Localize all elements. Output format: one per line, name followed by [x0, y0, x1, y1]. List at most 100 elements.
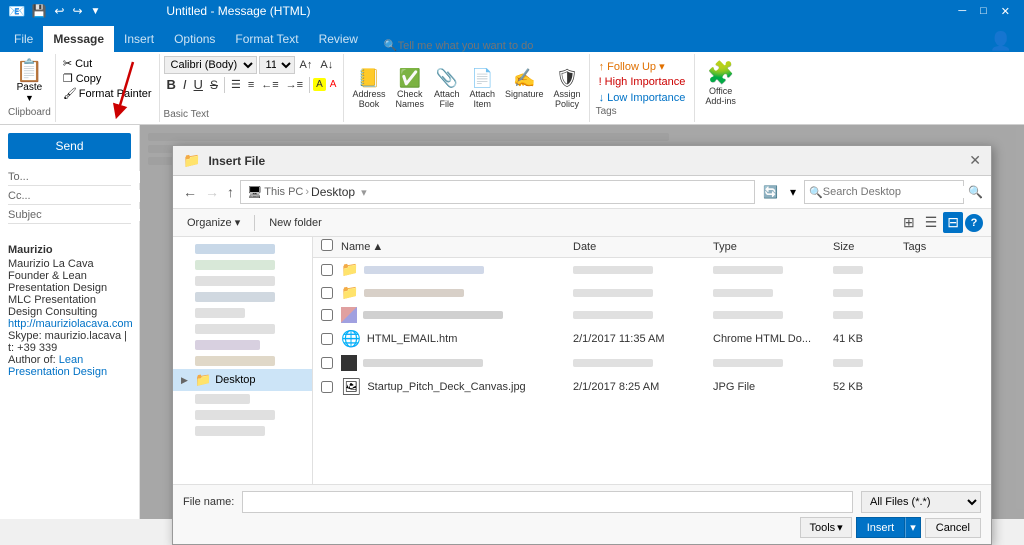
back-button[interactable]: ← [181, 182, 199, 202]
view-details-button[interactable]: ⊟ [943, 212, 963, 233]
tools-button[interactable]: Tools ▾ [800, 517, 851, 538]
maximize-button[interactable]: □ [974, 0, 993, 22]
file-row-blurred[interactable]: 📁 [313, 258, 991, 281]
bullets-button[interactable]: ☰ [228, 77, 244, 92]
tell-me-input[interactable] [398, 40, 578, 52]
signature-button[interactable]: ✍ Signature [501, 66, 548, 111]
assign-policy-button[interactable]: 🛡 AssignPolicy [550, 66, 585, 111]
increase-indent-button[interactable]: →≡ [283, 78, 306, 92]
row-checkbox[interactable] [321, 309, 333, 321]
address-book-button[interactable]: 📒 AddressBook [348, 66, 389, 111]
tree-item[interactable] [173, 391, 312, 407]
tab-review[interactable]: Review [309, 26, 368, 52]
attach-file-button[interactable]: 📎 AttachFile [430, 66, 464, 111]
check-names-button[interactable]: ✅ CheckNames [391, 66, 428, 111]
organize-button[interactable]: Organize ▾ [181, 214, 246, 231]
font-name-select[interactable]: Calibri (Body) [164, 56, 257, 74]
tree-item[interactable] [173, 305, 312, 321]
forward-button[interactable]: → [203, 182, 221, 202]
cancel-button[interactable]: Cancel [925, 518, 981, 538]
refresh-button[interactable]: 🔄 [759, 183, 782, 201]
office-addins-button[interactable]: 🧩 OfficeAdd-ins [701, 58, 740, 108]
breadcrumb-dropdown[interactable]: ▾ [361, 186, 367, 199]
follow-up-button[interactable]: ↑ Follow Up ▾ [596, 59, 689, 74]
tree-item-desktop[interactable]: ▶ 📁 Desktop [173, 369, 312, 391]
up-button[interactable]: ↑ [225, 182, 236, 202]
tree-item[interactable] [173, 241, 312, 257]
view-grid-button[interactable]: ⊞ [899, 212, 919, 233]
copy-button[interactable]: ❐ Copy [60, 71, 155, 86]
current-folder: Desktop [311, 185, 355, 199]
row-checkbox[interactable] [321, 381, 333, 393]
new-folder-button[interactable]: New folder [263, 215, 328, 231]
bold-button[interactable]: B [164, 76, 179, 93]
row-checkbox[interactable] [321, 357, 333, 369]
highlight-button[interactable]: A [313, 78, 326, 91]
tab-options[interactable]: Options [164, 26, 225, 52]
tree-item[interactable] [173, 257, 312, 273]
underline-button[interactable]: U [191, 76, 206, 93]
date-col-header[interactable]: Date [573, 239, 713, 255]
name-col-header[interactable]: Name ▲ [341, 239, 573, 255]
tab-format-text[interactable]: Format Text [225, 26, 308, 52]
address-bar: ← → ↑ 🖥 This PC › Desktop ▾ 🔄 ▾ 🔍 [173, 176, 991, 209]
quick-access-redo[interactable]: ↪ [70, 4, 84, 18]
send-button[interactable]: Send [8, 133, 131, 159]
insert-dropdown-button[interactable]: ▾ [905, 517, 921, 538]
font-size-select[interactable]: 11 [259, 56, 295, 74]
tree-item[interactable] [173, 321, 312, 337]
tree-item[interactable] [173, 289, 312, 305]
filename-input[interactable] [242, 491, 853, 513]
strikethrough-button[interactable]: S [207, 77, 221, 93]
file-row-blurred[interactable] [313, 352, 991, 374]
quick-access-save[interactable]: 💾 [29, 4, 48, 18]
file-name-cell: 📁 [341, 261, 573, 278]
quick-access-undo[interactable]: ↩ [52, 4, 66, 18]
numbering-button[interactable]: ≡ [245, 78, 257, 92]
low-importance-button[interactable]: ↓ Low Importance [596, 91, 689, 105]
insert-button[interactable]: Insert [856, 517, 906, 538]
tree-item[interactable] [173, 337, 312, 353]
high-importance-button[interactable]: ! High Importance [596, 75, 689, 89]
tree-item[interactable] [173, 353, 312, 369]
row-checkbox[interactable] [321, 287, 333, 299]
tree-item[interactable] [173, 273, 312, 289]
font-shrink-button[interactable]: A↓ [317, 58, 336, 72]
search-go-button[interactable]: 🔍 [968, 185, 983, 199]
dialog-close-button[interactable]: ✕ [969, 152, 981, 169]
decrease-indent-button[interactable]: ←≡ [258, 78, 281, 92]
signature-url[interactable]: http://mauriziolacava.com [8, 318, 133, 330]
file-row-jpg[interactable]: 🖼 Startup_Pitch_Deck_Canvas.jpg 2/1/2017… [313, 374, 991, 400]
row-checkbox[interactable] [321, 333, 333, 345]
signature-author-link[interactable]: Lean Presentation Design [8, 354, 107, 378]
filetype-select[interactable]: All Files (*.*) [861, 491, 981, 513]
cut-button[interactable]: ✂ Cut [60, 56, 155, 71]
size-col-header[interactable]: Size [833, 239, 903, 255]
view-list-button[interactable]: ☰ [921, 212, 942, 233]
help-button[interactable]: ? [965, 214, 983, 232]
italic-button[interactable]: I [180, 76, 190, 93]
format-painter-button[interactable]: 🖌 Format Painter [60, 86, 155, 101]
address-dropdown-button[interactable]: ▾ [786, 183, 800, 201]
font-grow-button[interactable]: A↑ [297, 58, 316, 72]
desktop-folder-icon: 📁 [195, 372, 211, 388]
customize-btn[interactable]: ▼ [89, 6, 103, 17]
tab-file[interactable]: File [4, 26, 43, 52]
attach-item-button[interactable]: 📄 AttachItem [466, 66, 500, 111]
file-row-blurred[interactable]: 📁 [313, 281, 991, 304]
tab-insert[interactable]: Insert [114, 26, 164, 52]
font-color-button[interactable]: A [327, 78, 340, 91]
close-button[interactable]: ✕ [995, 0, 1016, 22]
select-all-checkbox[interactable] [321, 239, 333, 251]
row-checkbox[interactable] [321, 264, 333, 276]
type-col-header[interactable]: Type [713, 239, 833, 255]
tags-col-header[interactable]: Tags [903, 239, 983, 255]
tree-item[interactable] [173, 407, 312, 423]
search-input[interactable] [823, 186, 965, 198]
file-row-blurred[interactable] [313, 304, 991, 326]
file-row-html[interactable]: 🌐 HTML_EMAIL.htm 2/1/2017 11:35 AM Chrom… [313, 326, 991, 352]
tree-item[interactable] [173, 423, 312, 439]
minimize-button[interactable]: ─ [952, 0, 972, 22]
tab-message[interactable]: Message [43, 26, 114, 52]
paste-button[interactable]: 📋 Paste ▼ [14, 58, 45, 105]
